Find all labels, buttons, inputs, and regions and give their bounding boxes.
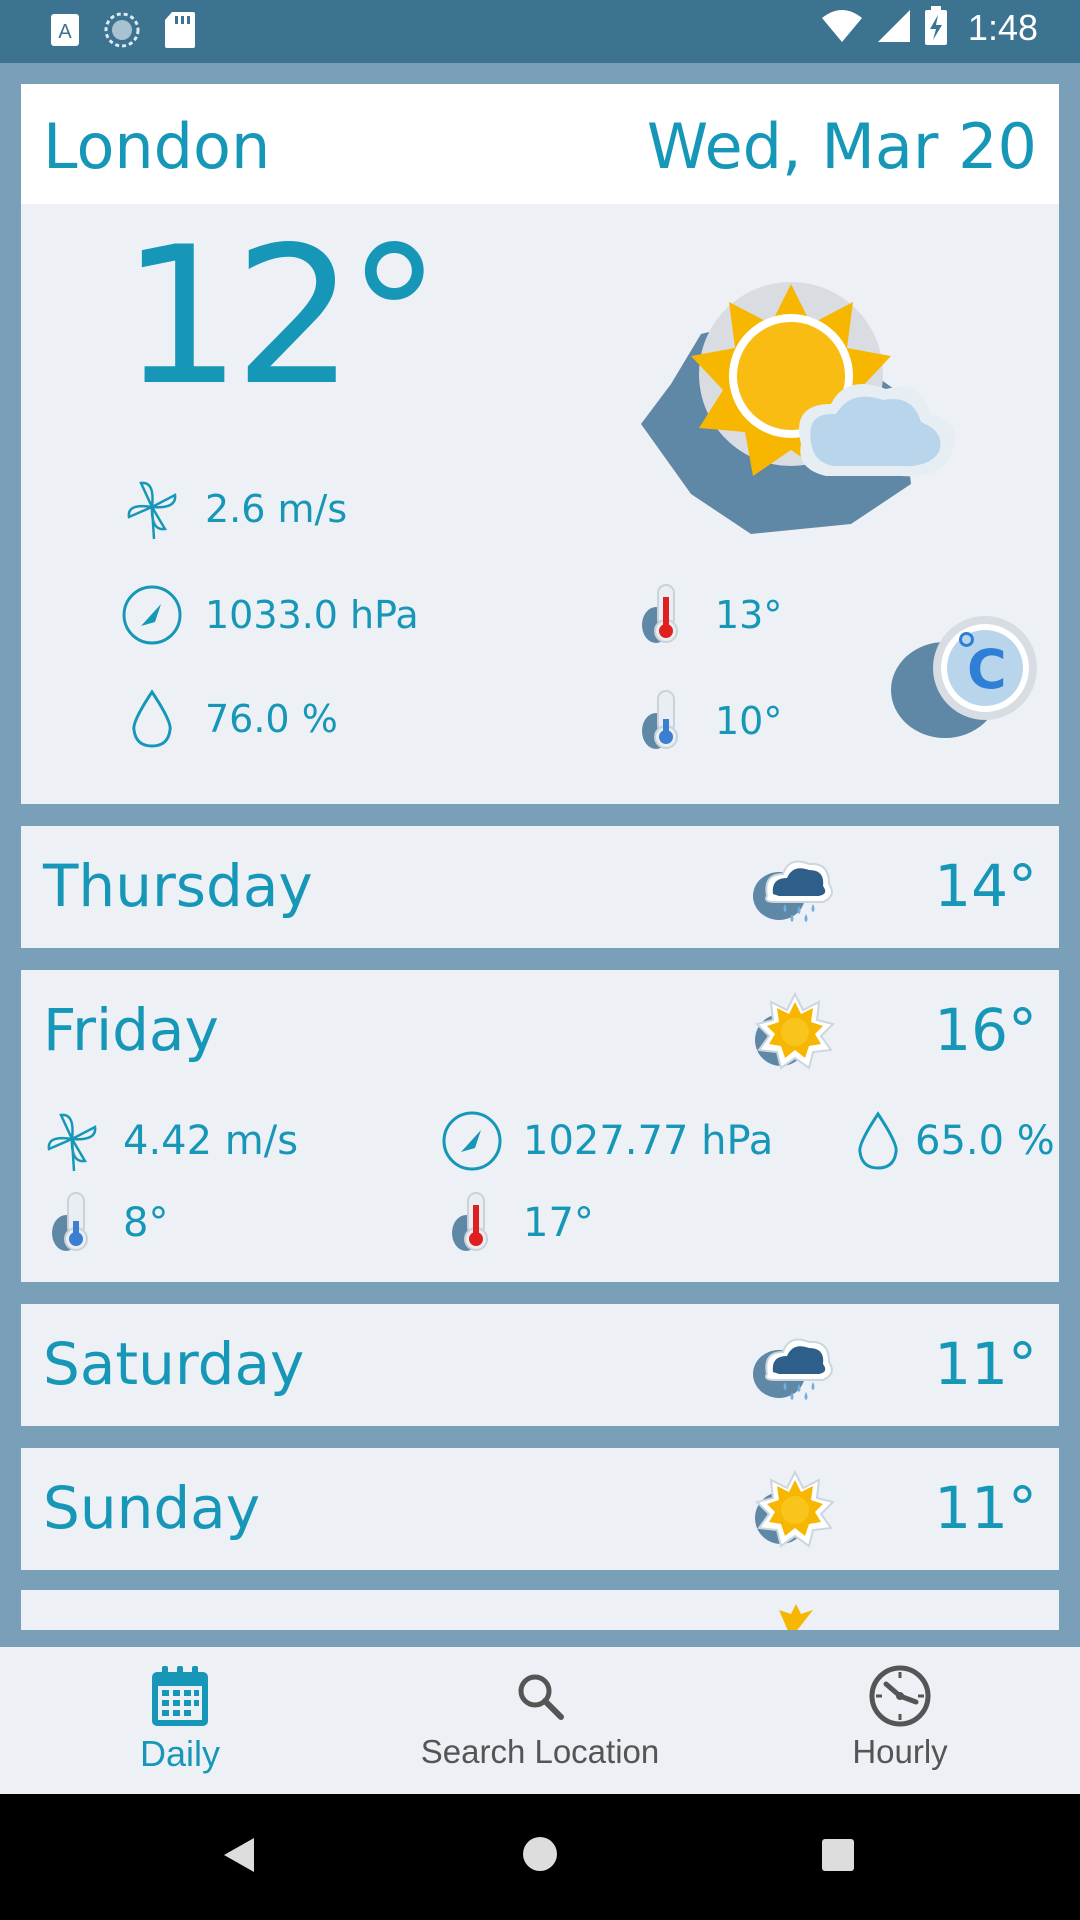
humidity-value: 76.0 % — [205, 697, 338, 741]
signal-icon — [876, 8, 912, 48]
friday-min-temp: 8° — [41, 1192, 168, 1254]
forecast-row-partial[interactable] — [21, 1590, 1059, 1630]
day-name: Friday — [43, 996, 219, 1064]
day-name: Thursday — [43, 852, 313, 920]
friday-pressure: 1027.77 hPa — [441, 1110, 773, 1172]
humidity-value: 65.0 % — [915, 1118, 1055, 1164]
wind-value: 4.42 m/s — [123, 1118, 299, 1164]
nav-daily[interactable]: Daily — [0, 1647, 360, 1794]
forecast-row-friday[interactable]: Friday 16° 4.42 m/s 1027.77 hPa 65.0 % 8… — [21, 970, 1059, 1282]
bottom-navigation: Daily Search Location Hourly — [0, 1647, 1080, 1794]
wifi-icon — [820, 8, 864, 48]
max-temp-value: 13° — [715, 593, 783, 637]
recents-icon[interactable] — [821, 1838, 855, 1876]
a-notification-icon: A — [50, 13, 80, 51]
forecast-row-saturday[interactable]: Saturday 11° — [21, 1304, 1059, 1426]
gauge-icon — [121, 584, 183, 646]
wind-metric: 2.6 m/s — [121, 478, 347, 540]
nav-daily-label: Daily — [139, 1733, 220, 1774]
min-temp-value: 10° — [715, 699, 783, 743]
humidity-metric: 76.0 % — [121, 688, 338, 750]
nav-search-label: Search Location — [420, 1733, 660, 1770]
day-temperature: 11° — [934, 1330, 1037, 1398]
water-drop-icon — [847, 1110, 909, 1172]
city-name: London — [43, 110, 271, 183]
thermometer-hot-icon — [631, 584, 693, 646]
forecast-row-thursday[interactable]: Thursday 14° — [21, 826, 1059, 948]
today-card: London Wed, Mar 20 12° 2.6 m/s 1033.0 hP… — [21, 84, 1059, 804]
unit-toggle-button[interactable]: C — [889, 612, 1039, 752]
friday-max-temp: 17° — [441, 1192, 594, 1254]
thermometer-cold-icon — [631, 690, 693, 752]
current-date: Wed, Mar 20 — [646, 110, 1037, 183]
sun-icon — [749, 988, 839, 1078]
status-bar: A 1:48 — [0, 0, 1080, 63]
sun-icon — [749, 1466, 839, 1556]
nav-hourly[interactable]: Hourly — [720, 1647, 1080, 1794]
battery-charging-icon — [924, 6, 948, 50]
svg-text:A: A — [58, 21, 72, 43]
forecast-row-sunday[interactable]: Sunday 11° — [21, 1448, 1059, 1570]
home-icon[interactable] — [522, 1836, 558, 1876]
thermometer-hot-icon — [441, 1192, 503, 1254]
nav-hourly-label: Hourly — [852, 1733, 948, 1770]
degree-mark — [959, 632, 974, 647]
nav-search-location[interactable]: Search Location — [360, 1647, 720, 1794]
pressure-value: 1033.0 hPa — [205, 593, 419, 637]
min-temp-metric: 10° — [631, 690, 782, 752]
unit-label: C — [967, 638, 1007, 701]
day-name: Saturday — [43, 1330, 305, 1398]
pressure-value: 1027.77 hPa — [523, 1118, 774, 1164]
system-navigation-bar — [0, 1794, 1080, 1920]
pinwheel-icon — [41, 1110, 103, 1172]
pinwheel-icon — [121, 478, 183, 540]
max-temp-value: 17° — [523, 1200, 594, 1246]
day-temperature: 11° — [934, 1474, 1037, 1542]
sun-cloud-icon — [621, 254, 1001, 554]
sync-icon — [102, 10, 142, 54]
gauge-icon — [441, 1110, 503, 1172]
back-icon[interactable] — [222, 1836, 256, 1878]
sun-icon — [761, 1598, 831, 1630]
day-name: Sunday — [43, 1474, 261, 1542]
calendar-icon — [150, 1663, 210, 1729]
day-temperature: 14° — [934, 852, 1037, 920]
friday-humidity: 65.0 % — [847, 1110, 1055, 1172]
current-temperature: 12° — [121, 206, 442, 427]
pressure-metric: 1033.0 hPa — [121, 584, 419, 646]
today-header: London Wed, Mar 20 — [21, 84, 1059, 204]
rain-cloud-icon — [749, 844, 839, 934]
friday-wind: 4.42 m/s — [41, 1110, 298, 1172]
max-temp-metric: 13° — [631, 584, 782, 646]
wind-value: 2.6 m/s — [205, 487, 348, 531]
sd-card-icon — [164, 11, 196, 53]
rain-cloud-icon — [749, 1322, 839, 1412]
clock-icon — [868, 1663, 932, 1729]
day-temperature: 16° — [934, 996, 1037, 1064]
thermometer-cold-icon — [41, 1192, 103, 1254]
water-drop-icon — [121, 688, 183, 750]
clock: 1:48 — [967, 7, 1038, 48]
min-temp-value: 8° — [123, 1200, 169, 1246]
search-icon — [515, 1663, 565, 1729]
